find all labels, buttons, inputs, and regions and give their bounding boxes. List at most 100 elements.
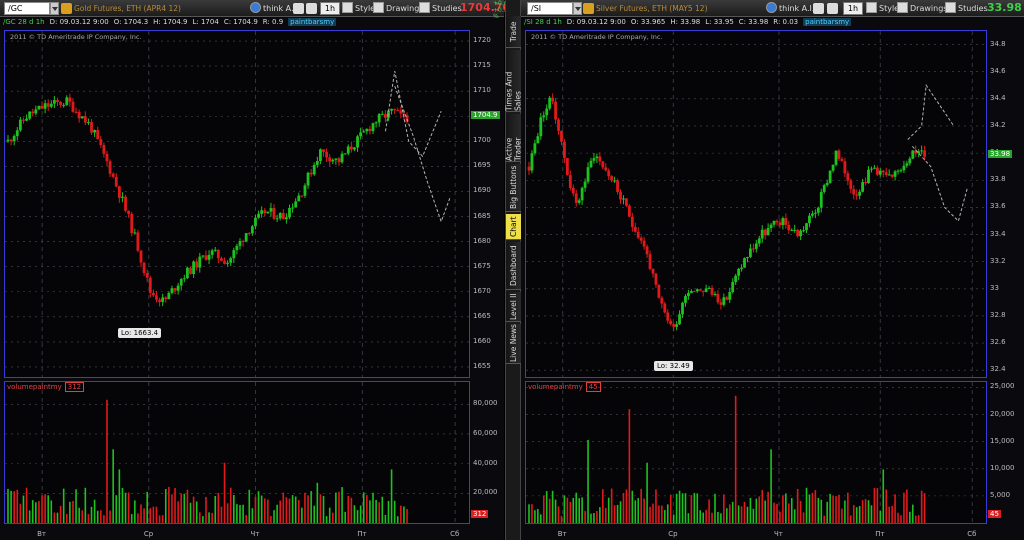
study-label[interactable]: paintbarsmy [288,18,337,26]
price-tick-label: 33.8 [990,175,1006,184]
aggregation-button[interactable]: 1h [843,2,863,15]
tab-trade[interactable]: Trade [506,16,521,48]
alert-icon[interactable] [583,3,594,14]
price-tick-label: 1680 [473,236,491,245]
candle-body [746,257,749,259]
price-tick-label: 34.8 [990,39,1006,48]
candle-body [908,158,912,164]
candle-body [390,108,393,111]
price-pane[interactable]: 2011 © TD Ameritrade IP Company, Inc. Lo… [525,30,987,378]
studies-button[interactable]: Studies [419,2,462,15]
candle-body [843,161,847,174]
info-symbol: /SI 28 d 1h [524,18,562,26]
low-label: Lo: 32.49 [654,361,693,371]
tab-active-trader[interactable]: Active Trader [505,114,523,162]
candle-body [704,288,708,292]
candle-body [775,220,779,223]
candle-body [136,232,140,251]
price-pane[interactable]: 2011 © TD Ameritrade IP Company, Inc. Lo… [4,30,470,378]
tab-big-buttons[interactable]: Big Buttons [506,164,521,212]
think-ai-button[interactable]: think A.I. [250,2,298,15]
drawings-button[interactable]: Drawings [897,2,947,15]
candle-body [179,279,183,286]
candle-body [630,216,634,227]
volume-tick-label: 20,000 [990,409,1015,418]
zoom-icon[interactable] [827,3,838,14]
candle-body [235,245,239,251]
candle-body [176,285,180,291]
candle-body [337,158,341,163]
candle-body [117,186,121,198]
candle-body [380,114,384,116]
candle-body [861,182,865,192]
drawings-button[interactable]: Drawings [373,2,423,15]
symbol-input[interactable]: /GC [4,2,50,15]
day-label: Чт [774,530,783,538]
candle-body [719,302,723,305]
tab-live-news[interactable]: Live News [506,324,521,364]
candle-body [74,111,78,113]
candle-body [56,100,59,102]
info-low: L: 1704 [192,18,219,26]
candle-body [586,167,590,182]
volume-pane[interactable]: volumepaintmy 45 [525,381,987,524]
candle-body [124,196,127,211]
candle-body [716,294,720,303]
candle-body [619,191,622,200]
candle-body [799,230,803,237]
candle-body [127,210,131,214]
candle-body [881,170,885,173]
candle-body [743,258,746,268]
candle-body [90,122,93,133]
candle-body [533,143,537,154]
info-open: O: 1704.3 [113,18,149,26]
candle-body [71,101,75,112]
symbol-input[interactable]: /SI [527,2,573,15]
candle-body [802,230,805,232]
candle-body [725,297,729,300]
candle-body [790,229,794,231]
candle-body [195,261,199,268]
think-ai-button[interactable]: think A.I. [766,2,814,15]
alert-icon[interactable] [61,3,72,14]
candle-body [766,228,770,236]
style-button[interactable]: Style [342,2,375,15]
chart-toolbar: /SI Silver Futures, ETH (MAY5 12) think … [521,0,1024,17]
drawing-tool-icon[interactable] [813,3,824,14]
candle-body [722,297,726,305]
day-label: Ср [668,530,678,538]
price-tick-label: 1710 [473,86,491,95]
candle-body [198,256,202,268]
candle-body [663,303,667,313]
candle-body [675,324,679,327]
symbol-dropdown-icon[interactable] [573,2,582,15]
candle-body [627,205,631,217]
candle-body [247,233,251,235]
candle-body [226,262,230,264]
info-close: C: 1704.9 [223,18,258,26]
candle-body [530,153,534,171]
tab-chart[interactable]: Chart [506,214,521,240]
candle-body [867,169,870,184]
tab-times-and-sales[interactable]: Times And Sales [505,50,523,112]
candle-body [551,97,555,102]
candle-body [740,267,743,269]
candle-body [669,320,673,325]
current-price-flag: 33.98 [988,149,1013,158]
volume-pane[interactable]: volumepaintmy 312 [4,381,470,524]
candle-body [257,213,260,218]
candle-body [43,103,47,109]
candle-body [18,119,22,131]
candle-body [622,198,625,200]
studies-button[interactable]: Studies [945,2,988,15]
aggregation-button[interactable]: 1h [320,2,340,15]
tab-dashboard[interactable]: Dashboard [506,242,521,290]
candle-body [681,302,684,315]
style-button[interactable]: Style [866,2,899,15]
zoom-icon[interactable] [306,3,317,14]
drawing-tool-icon[interactable] [293,3,304,14]
study-label[interactable]: paintbarsmy [803,18,852,26]
symbol-dropdown-icon[interactable] [50,2,59,15]
tab-level-ii[interactable]: Level II [506,292,521,322]
candle-body [182,278,186,280]
